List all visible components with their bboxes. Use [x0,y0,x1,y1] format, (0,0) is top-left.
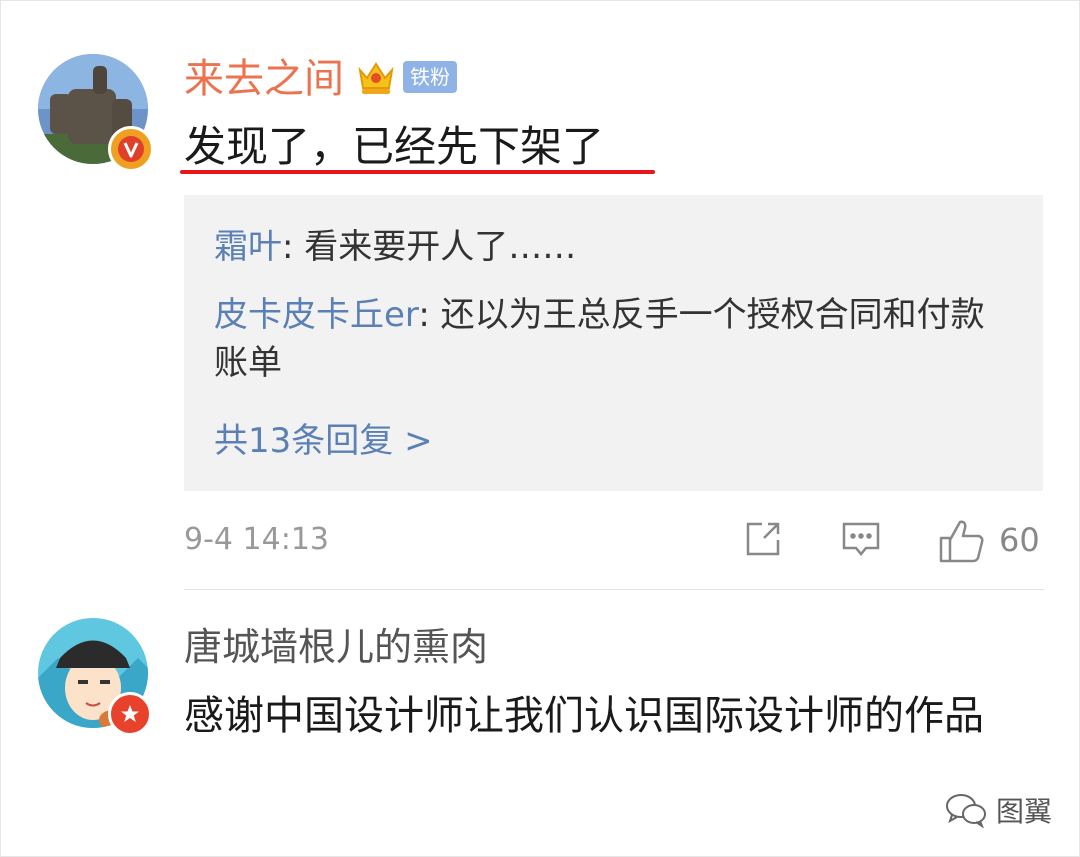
comment-text: 发现了，已经先下架了 [184,122,605,171]
timestamp: 9-4 14:13 [184,522,329,557]
fan-tag: 铁粉 [403,61,457,93]
watermark: 图翼 [944,790,1052,830]
comment-username[interactable]: 来去之间 [184,54,344,104]
share-icon[interactable] [742,518,784,564]
star-badge-icon [108,692,152,736]
more-replies-link[interactable]: 共13条回复 > [214,417,433,465]
comment-icon[interactable] [840,518,882,564]
red-underline [180,170,655,174]
watermark-text: 图翼 [996,795,1053,828]
reply-text: : 看来要开人了…… [282,227,577,267]
reply-author[interactable]: 皮卡皮卡丘er [214,295,418,335]
reply-item[interactable]: 霜叶: 看来要开人了…… [214,223,1014,271]
verified-badge-icon [108,126,154,172]
reply-item[interactable]: 皮卡皮卡丘er: 还以为王总反手一个授权合同和付款账单 [214,291,1014,387]
wechat-icon [946,794,986,828]
like-count: 60 [999,521,1040,559]
reply-author[interactable]: 霜叶 [214,227,282,267]
comment-text: 感谢中国设计师让我们认识国际设计师的作品 [184,693,984,739]
like-icon[interactable] [938,518,986,568]
replies-box[interactable]: 霜叶: 看来要开人了…… 皮卡皮卡丘er: 还以为王总反手一个授权合同和付款账单… [184,195,1043,491]
comment-username[interactable]: 唐城墙根儿的熏肉 [184,622,488,672]
divider [184,589,1044,590]
crown-icon [355,56,397,98]
